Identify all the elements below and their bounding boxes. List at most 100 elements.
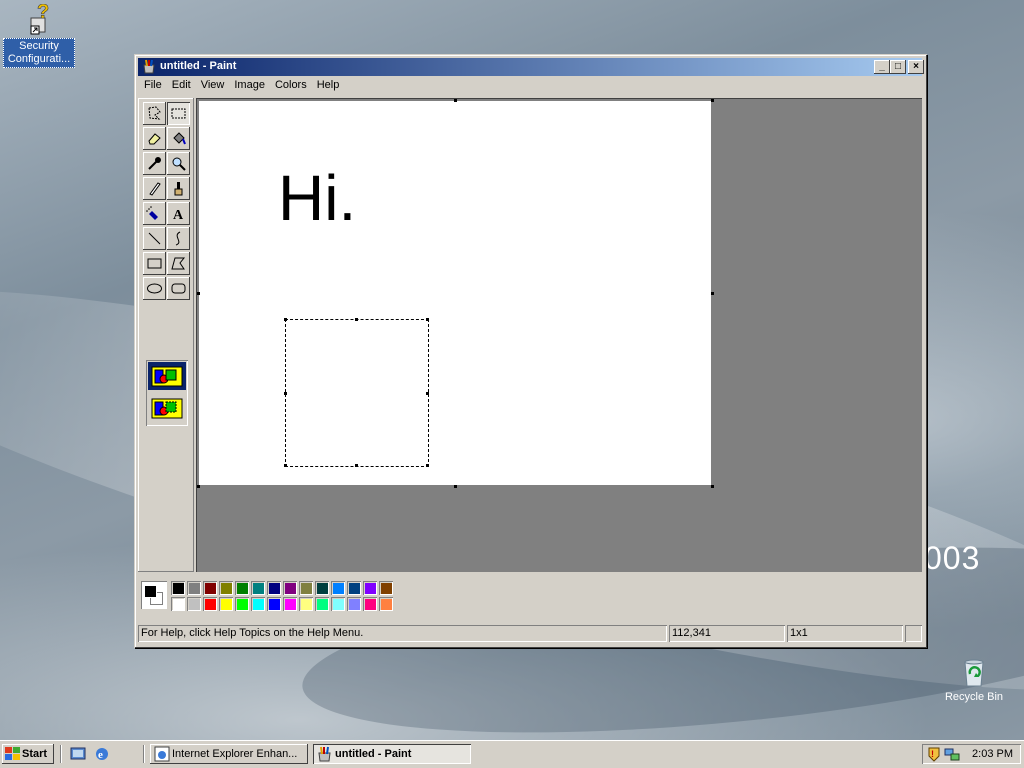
selection-handle[interactable]	[284, 464, 287, 467]
selection-rectangle[interactable]	[284, 318, 429, 467]
palette-color-swatch[interactable]	[283, 597, 297, 611]
ellipse-tool[interactable]	[143, 277, 166, 300]
palette-color-swatch[interactable]	[299, 597, 313, 611]
palette-color-swatch[interactable]	[187, 597, 201, 611]
internet-explorer-icon[interactable]: e	[94, 746, 110, 762]
selection-handle[interactable]	[284, 318, 287, 321]
palette-color-swatch[interactable]	[315, 581, 329, 595]
selection-handle[interactable]	[426, 318, 429, 321]
pick-color-icon	[148, 157, 161, 170]
taskbar-button-label: Internet Explorer Enhan...	[172, 748, 298, 760]
menu-file[interactable]: File	[139, 78, 167, 91]
palette-color-swatch[interactable]	[379, 581, 393, 595]
polygon-tool[interactable]	[167, 252, 190, 275]
selection-handle[interactable]	[355, 464, 358, 467]
line-icon	[148, 232, 161, 245]
opaque-option[interactable]	[148, 362, 186, 390]
palette-color-swatch[interactable]	[267, 597, 281, 611]
canvas-workspace[interactable]: Hi.	[196, 98, 922, 572]
desktop-icon-recycle-bin[interactable]: Recycle Bin	[938, 656, 1010, 705]
palette-color-swatch[interactable]	[251, 597, 265, 611]
palette-color-swatch[interactable]	[347, 581, 361, 595]
palette-color-swatch[interactable]	[299, 581, 313, 595]
taskbar-button-paint[interactable]: untitled - Paint	[313, 744, 471, 764]
clock[interactable]: 2:03 PM	[972, 748, 1013, 760]
line-tool[interactable]	[143, 227, 166, 250]
palette-color-swatch[interactable]	[283, 581, 297, 595]
palette-color-swatch[interactable]	[171, 581, 185, 595]
drawing-canvas[interactable]: Hi.	[199, 101, 711, 485]
palette-color-swatch[interactable]	[235, 597, 249, 611]
selection-handle[interactable]	[355, 318, 358, 321]
palette-color-swatch[interactable]	[187, 581, 201, 595]
color-palette	[138, 577, 922, 617]
maximize-button[interactable]: □	[890, 60, 906, 74]
close-button[interactable]: ×	[908, 60, 924, 74]
magnifier-tool[interactable]	[167, 152, 190, 175]
brush-tool[interactable]	[167, 177, 190, 200]
canvas-resize-handle[interactable]	[711, 99, 714, 102]
canvas-resize-handle[interactable]	[454, 485, 457, 488]
canvas-resize-handle[interactable]	[711, 485, 714, 488]
paint-window[interactable]: untitled - Paint _ □ × File Edit View Image…	[134, 54, 927, 648]
free-form-select-tool[interactable]	[143, 102, 166, 125]
start-button[interactable]: Start	[2, 744, 54, 764]
palette-color-swatch[interactable]	[219, 597, 233, 611]
palette-color-swatch[interactable]	[235, 581, 249, 595]
palette-color-swatch[interactable]	[363, 597, 377, 611]
start-label: Start	[22, 748, 48, 760]
canvas-resize-handle[interactable]	[711, 292, 714, 295]
palette-color-swatch[interactable]	[251, 581, 265, 595]
desktop-icon-security-configuration[interactable]: ? Security Configurati...	[3, 1, 75, 68]
network-tray-icon[interactable]	[944, 746, 960, 762]
title-bar[interactable]: untitled - Paint _ □ ×	[138, 58, 924, 76]
eraser-tool[interactable]	[143, 127, 166, 150]
minimize-button[interactable]: _	[874, 60, 890, 74]
palette-color-swatch[interactable]	[379, 597, 393, 611]
palette-color-swatch[interactable]	[331, 597, 345, 611]
taskbar-button-internet-explorer[interactable]: Internet Explorer Enhan...	[150, 744, 308, 764]
palette-color-swatch[interactable]	[363, 581, 377, 595]
menu-colors[interactable]: Colors	[270, 78, 312, 91]
rectangle-tool[interactable]	[143, 252, 166, 275]
security-tray-icon[interactable]: !	[926, 746, 942, 762]
pencil-tool[interactable]	[143, 177, 166, 200]
transparent-option[interactable]	[148, 394, 186, 422]
rounded-rect-tool[interactable]	[167, 277, 190, 300]
show-desktop-icon[interactable]	[70, 746, 86, 762]
selection-handle[interactable]	[284, 392, 287, 395]
curve-icon	[175, 231, 181, 246]
palette-color-swatch[interactable]	[203, 597, 217, 611]
palette-color-swatch[interactable]	[171, 597, 185, 611]
menu-image[interactable]: Image	[229, 78, 270, 91]
canvas-resize-handle[interactable]	[454, 99, 457, 102]
airbrush-icon	[146, 206, 158, 220]
selection-handle[interactable]	[426, 392, 429, 395]
palette-color-swatch[interactable]	[347, 597, 361, 611]
brush-icon	[174, 182, 183, 196]
rect-select-tool[interactable]	[167, 102, 190, 125]
canvas-text-hi: Hi.	[278, 162, 357, 234]
pick-color-tool[interactable]	[143, 152, 166, 175]
text-tool[interactable]: A	[167, 202, 190, 225]
canvas-resize-handle[interactable]	[197, 292, 200, 295]
wallpaper-brand-text: 003	[924, 540, 981, 576]
palette-color-swatch[interactable]	[203, 581, 217, 595]
palette-color-swatch[interactable]	[219, 581, 233, 595]
palette-color-swatch[interactable]	[267, 581, 281, 595]
selection-handle[interactable]	[426, 464, 429, 467]
canvas-resize-handle[interactable]	[197, 485, 200, 488]
airbrush-tool[interactable]	[143, 202, 166, 225]
menu-help[interactable]: Help	[312, 78, 345, 91]
menu-edit[interactable]: Edit	[167, 78, 196, 91]
palette-color-swatch[interactable]	[315, 597, 329, 611]
fill-tool[interactable]	[167, 127, 190, 150]
resize-grip[interactable]	[905, 625, 922, 642]
rect-select-icon	[171, 108, 186, 119]
menu-view[interactable]: View	[196, 78, 230, 91]
desktop[interactable]: 003 ? Security Configurati... Recycle Bi…	[0, 0, 1024, 740]
close-icon: ×	[913, 61, 919, 72]
current-colors[interactable]	[141, 581, 167, 609]
palette-color-swatch[interactable]	[331, 581, 345, 595]
curve-tool[interactable]	[167, 227, 190, 250]
